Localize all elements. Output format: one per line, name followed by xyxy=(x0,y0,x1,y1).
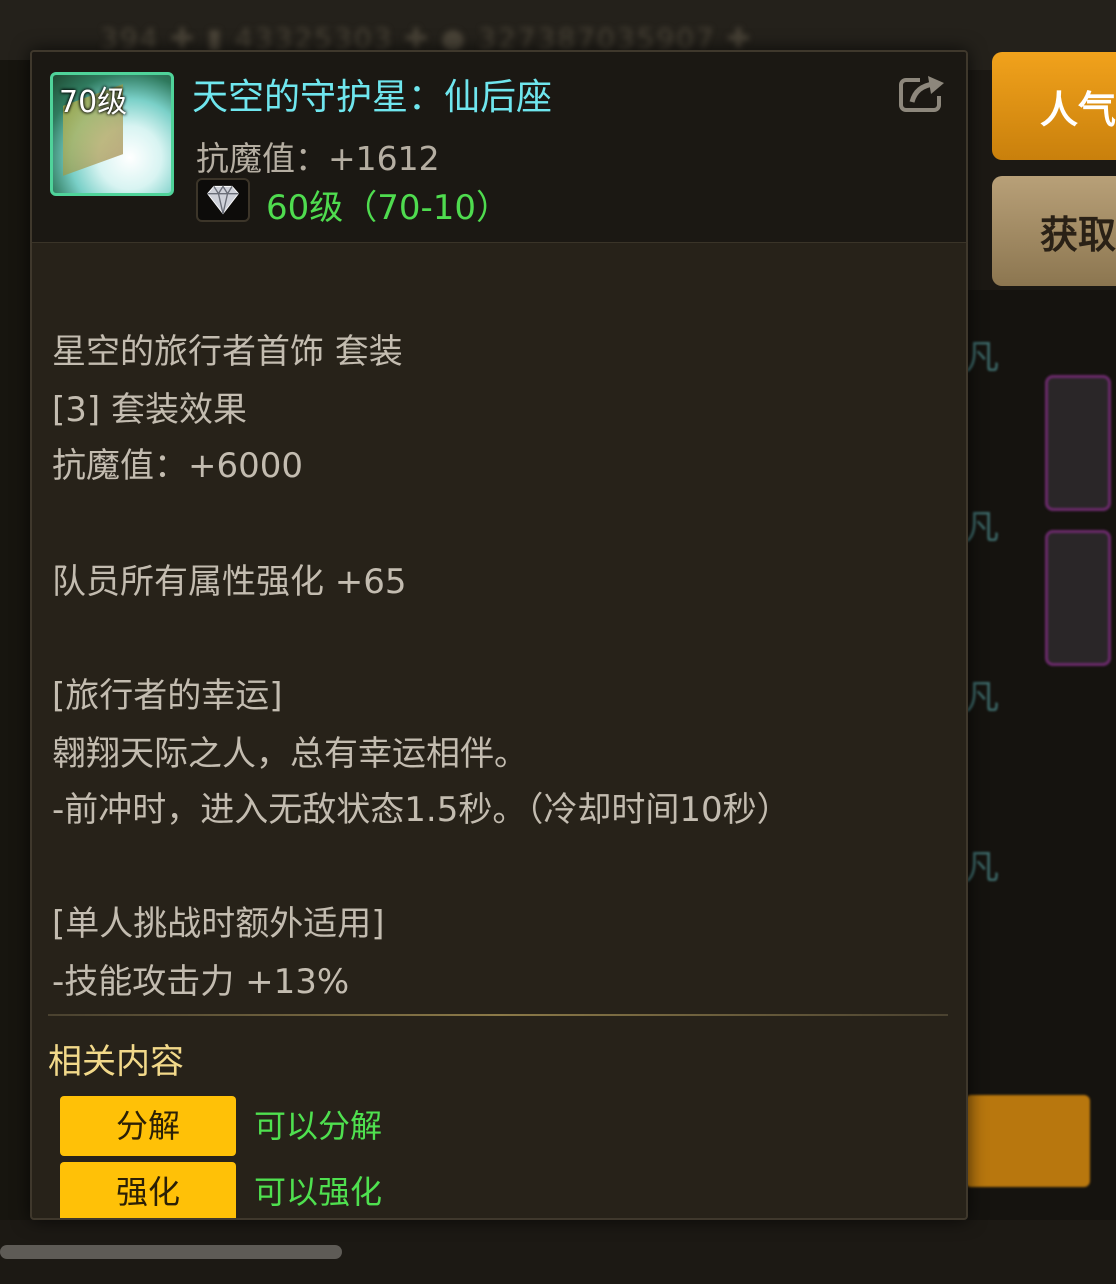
background-grade-label: 凡 xyxy=(965,508,999,548)
solo-effect: -技能攻击力 +13% xyxy=(52,962,350,1002)
gem-level: 60级（70-10） xyxy=(266,188,511,228)
background-slot xyxy=(1045,530,1111,666)
related-title: 相关内容 xyxy=(48,1042,184,1082)
item-stat: 抗魔值：+1612 xyxy=(196,139,440,178)
item-level-badge: 70级 xyxy=(59,85,128,120)
left-background-strip xyxy=(0,60,30,1220)
divider xyxy=(48,1014,948,1016)
horizontal-scrollbar[interactable] xyxy=(0,1245,342,1259)
tooltip-header: 70级 天空的守护星：仙后座 抗魔值：+1612 60级（70-10） xyxy=(32,52,966,243)
party-bonus: 队员所有属性强化 +65 xyxy=(52,562,407,602)
background-slot xyxy=(1045,375,1111,511)
background-action-button xyxy=(965,1095,1090,1187)
disassemble-desc: 可以分解 xyxy=(254,1107,383,1145)
obtain-button[interactable]: 获取 xyxy=(992,176,1116,286)
item-name: 天空的守护星：仙后座 xyxy=(192,77,553,118)
enhance-button[interactable]: 强化 xyxy=(60,1162,236,1218)
disassemble-button[interactable]: 分解 xyxy=(60,1096,236,1156)
enhance-desc: 可以强化 xyxy=(254,1173,383,1211)
diamond-icon xyxy=(196,178,250,222)
background-grade-label: 凡 xyxy=(965,678,999,718)
skill-flavor: 翱翔天际之人，总有幸运相伴。 xyxy=(52,734,528,774)
background-grade-label: 凡 xyxy=(965,338,999,378)
skill-effect: -前冲时，进入无敌状态1.5秒。（冷却时间10秒） xyxy=(52,790,791,830)
background-grade-label: 凡 xyxy=(965,848,999,888)
item-tooltip-panel: 70级 天空的守护星：仙后座 抗魔值：+1612 60级（70-10） 星空的旅… xyxy=(30,50,968,1220)
solo-title: [单人挑战时额外适用] xyxy=(52,904,385,944)
skill-title: [旅行者的幸运] xyxy=(52,676,283,716)
set-name: 星空的旅行者首饰 套装 xyxy=(52,332,403,372)
set-bonus-stat: 抗魔值：+6000 xyxy=(52,446,304,486)
share-icon[interactable] xyxy=(898,72,948,114)
set-effect-header: [3] 套装效果 xyxy=(52,390,247,430)
item-icon: 70级 xyxy=(50,72,174,196)
popularity-button[interactable]: 人气 xyxy=(992,52,1116,160)
